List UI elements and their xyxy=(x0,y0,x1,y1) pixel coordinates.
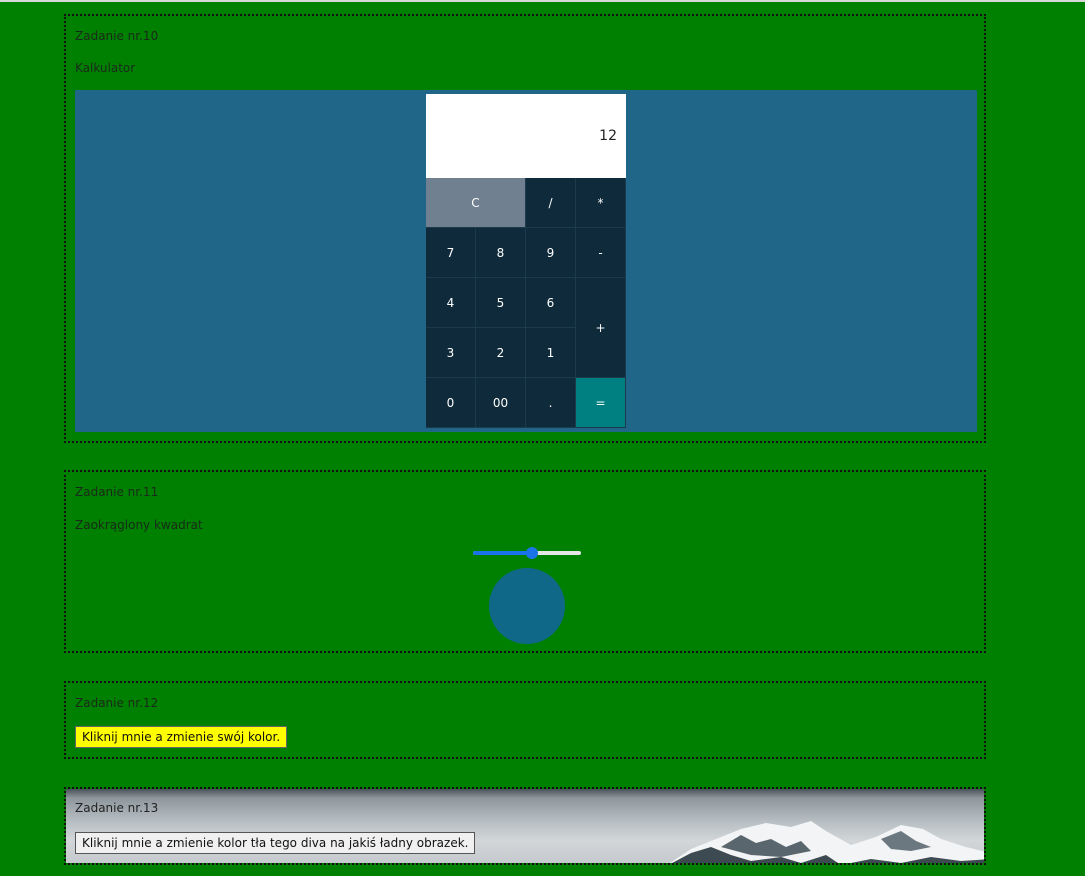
task-11-subtitle: Zaokrąglony kwadrat xyxy=(75,518,203,532)
calculator-display: 12 xyxy=(426,94,626,178)
change-background-button[interactable]: Kliknij mnie a zmienie kolor tła tego di… xyxy=(75,832,476,854)
slider-thumb[interactable] xyxy=(526,547,539,559)
key-00-button[interactable]: 00 xyxy=(476,378,526,428)
border-radius-slider[interactable] xyxy=(473,547,581,559)
task-10-subtitle: Kalkulator xyxy=(75,61,136,75)
key-7-button[interactable]: 7 xyxy=(426,228,476,278)
key-9-button[interactable]: 9 xyxy=(526,228,576,278)
change-color-button[interactable]: Kliknij mnie a zmienie swój kolor. xyxy=(75,726,288,748)
clear-button[interactable]: C xyxy=(426,178,526,228)
mountain-image xyxy=(670,821,984,863)
plus-button[interactable]: + xyxy=(576,278,626,378)
key-0-button[interactable]: 0 xyxy=(426,378,476,428)
calculator: 12 C / * 7 8 9 - 4 5 6 + 3 2 1 0 00 . = xyxy=(426,94,626,428)
task-10-panel: Zadanie nr.10 Kalkulator 12 C / * 7 8 9 … xyxy=(64,14,986,443)
task-10-title: Zadanie nr.10 xyxy=(75,29,159,43)
task-12-panel: Zadanie nr.12 Kliknij mnie a zmienie swó… xyxy=(64,681,986,759)
task-11-title: Zadanie nr.11 xyxy=(75,485,159,499)
divide-button[interactable]: / xyxy=(526,178,576,228)
key-3-button[interactable]: 3 xyxy=(426,328,476,378)
task-13-title: Zadanie nr.13 xyxy=(75,801,159,815)
top-border xyxy=(0,0,1085,2)
rounded-square xyxy=(489,568,565,644)
calculator-area: 12 C / * 7 8 9 - 4 5 6 + 3 2 1 0 00 . = xyxy=(75,90,977,432)
decimal-button[interactable]: . xyxy=(526,378,576,428)
key-4-button[interactable]: 4 xyxy=(426,278,476,328)
key-2-button[interactable]: 2 xyxy=(476,328,526,378)
key-5-button[interactable]: 5 xyxy=(476,278,526,328)
equals-button[interactable]: = xyxy=(576,378,626,428)
multiply-button[interactable]: * xyxy=(576,178,626,228)
key-1-button[interactable]: 1 xyxy=(526,328,576,378)
task-13-panel: Zadanie nr.13 Kliknij mnie a zmienie kol… xyxy=(64,787,986,865)
key-8-button[interactable]: 8 xyxy=(476,228,526,278)
minus-button[interactable]: - xyxy=(576,228,626,278)
task-11-panel: Zadanie nr.11 Zaokrąglony kwadrat xyxy=(64,470,986,653)
task-12-title: Zadanie nr.12 xyxy=(75,696,159,710)
slider-fill xyxy=(473,551,533,555)
key-6-button[interactable]: 6 xyxy=(526,278,576,328)
